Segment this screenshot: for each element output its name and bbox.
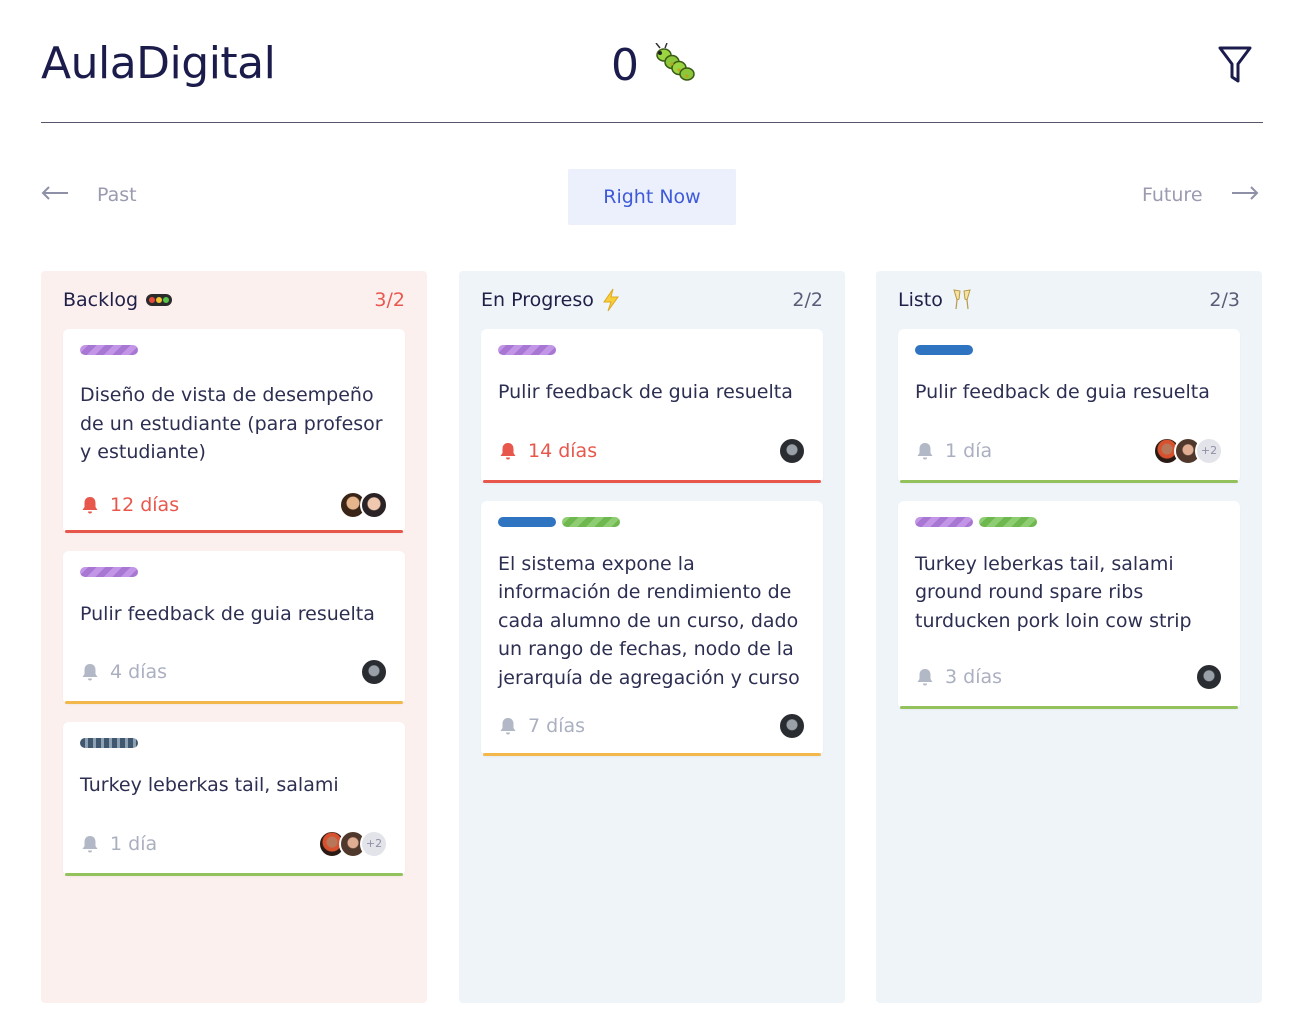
right-now-button[interactable]: Right Now <box>568 169 736 225</box>
app-title: AulaDigital <box>41 38 276 89</box>
arrow-left-icon <box>41 185 69 205</box>
due-date-text: 7 días <box>528 715 586 737</box>
nav-future[interactable]: Future <box>1142 184 1259 206</box>
lightning-icon <box>602 288 620 312</box>
task-card[interactable]: Turkey leberkas tail, salami ground roun… <box>898 500 1240 709</box>
label-tag <box>80 345 138 355</box>
label-tag <box>915 345 973 355</box>
due-date: 1 día <box>80 833 157 855</box>
due-date: 4 días <box>80 661 167 683</box>
card-text: Diseño de vista de desempeño de un estud… <box>80 384 383 463</box>
column-count: 2/3 <box>1209 289 1240 311</box>
more-assignees-badge[interactable]: +2 <box>360 829 388 858</box>
bell-icon <box>915 441 935 461</box>
label-tag <box>915 516 973 527</box>
app-header: AulaDigital 0 <box>41 0 1263 123</box>
traffic-light-icon <box>146 294 173 306</box>
column-en-progreso: En Progreso 2/2 Pulir feedback de guia r… <box>459 271 845 1003</box>
bell-icon <box>498 716 518 736</box>
label-tag <box>80 738 138 748</box>
due-date-text: 4 días <box>110 661 168 683</box>
assignees[interactable] <box>1195 663 1223 691</box>
label-tag <box>80 566 138 577</box>
column-title: Listo <box>898 289 943 311</box>
due-date: 12 días <box>80 494 179 516</box>
task-card[interactable]: Pulir feedback de guia resuelta 4 días <box>63 550 405 704</box>
column-title: En Progreso <box>481 289 594 311</box>
card-text: Turkey leberkas tail, salami ground roun… <box>915 552 1192 632</box>
assignees[interactable]: +2 <box>318 829 388 858</box>
card-text: Pulir feedback de guia resuelta <box>498 381 793 403</box>
nav-future-label: Future <box>1142 184 1203 206</box>
label-tag <box>498 516 556 527</box>
bell-icon <box>915 667 935 687</box>
card-text: Pulir feedback de guia resuelta <box>915 381 1210 403</box>
filter-icon[interactable] <box>1217 44 1253 90</box>
card-text: El sistema expone la información de rend… <box>498 552 800 689</box>
avatar[interactable] <box>360 490 388 519</box>
task-card[interactable]: Pulir feedback de guia resuelta 14 días <box>481 329 823 483</box>
bug-count: 0 <box>611 40 639 91</box>
task-card[interactable]: Pulir feedback de guia resuelta 1 día +2 <box>898 329 1240 483</box>
column-title: Backlog <box>63 289 139 311</box>
column-listo: Listo 2/3 Pulir feedback de guia resuelt… <box>876 271 1262 1003</box>
due-date-text: 1 día <box>110 832 158 855</box>
due-date-text: 14 días <box>528 439 598 462</box>
avatar[interactable] <box>360 658 388 686</box>
label-tag <box>498 345 556 355</box>
task-card[interactable]: Turkey leberkas tail, salami 1 día +2 <box>63 722 405 876</box>
avatar[interactable] <box>778 712 806 740</box>
column-backlog: Backlog 3/2 Diseño de vista de desempeño… <box>41 271 427 1003</box>
column-count: 2/2 <box>792 289 823 311</box>
bell-icon <box>80 662 100 682</box>
caterpillar-icon <box>651 42 699 89</box>
assignees[interactable] <box>339 490 388 519</box>
bell-icon <box>498 441 518 461</box>
champagne-icon <box>951 288 973 312</box>
arrow-right-icon <box>1231 185 1259 205</box>
bug-counter: 0 <box>611 40 699 91</box>
assignees[interactable]: +2 <box>1153 436 1223 465</box>
assignees[interactable] <box>778 436 806 465</box>
column-count: 3/2 <box>374 289 405 311</box>
assignees[interactable] <box>360 658 388 686</box>
label-tag <box>979 516 1037 527</box>
card-text: Turkey leberkas tail, salami <box>80 774 339 796</box>
nav-past[interactable]: Past <box>41 184 137 206</box>
assignees[interactable] <box>778 712 806 740</box>
due-date: 3 días <box>915 666 1002 688</box>
task-card[interactable]: El sistema expone la información de rend… <box>481 500 823 756</box>
avatar[interactable] <box>778 436 806 465</box>
nav-past-label: Past <box>97 184 137 206</box>
due-date-text: 1 día <box>945 439 993 462</box>
bell-icon <box>80 834 100 854</box>
due-date: 7 días <box>498 715 585 737</box>
due-date-text: 12 días <box>110 493 180 516</box>
avatar[interactable] <box>1195 663 1223 691</box>
due-date-text: 3 días <box>945 666 1003 688</box>
due-date: 14 días <box>498 440 597 462</box>
label-tag <box>562 516 620 527</box>
more-assignees-badge[interactable]: +2 <box>1195 436 1223 465</box>
due-date: 1 día <box>915 440 992 462</box>
task-card[interactable]: Diseño de vista de desempeño de un estud… <box>63 329 405 533</box>
card-text: Pulir feedback de guia resuelta <box>80 602 375 625</box>
bell-icon <box>80 495 100 515</box>
